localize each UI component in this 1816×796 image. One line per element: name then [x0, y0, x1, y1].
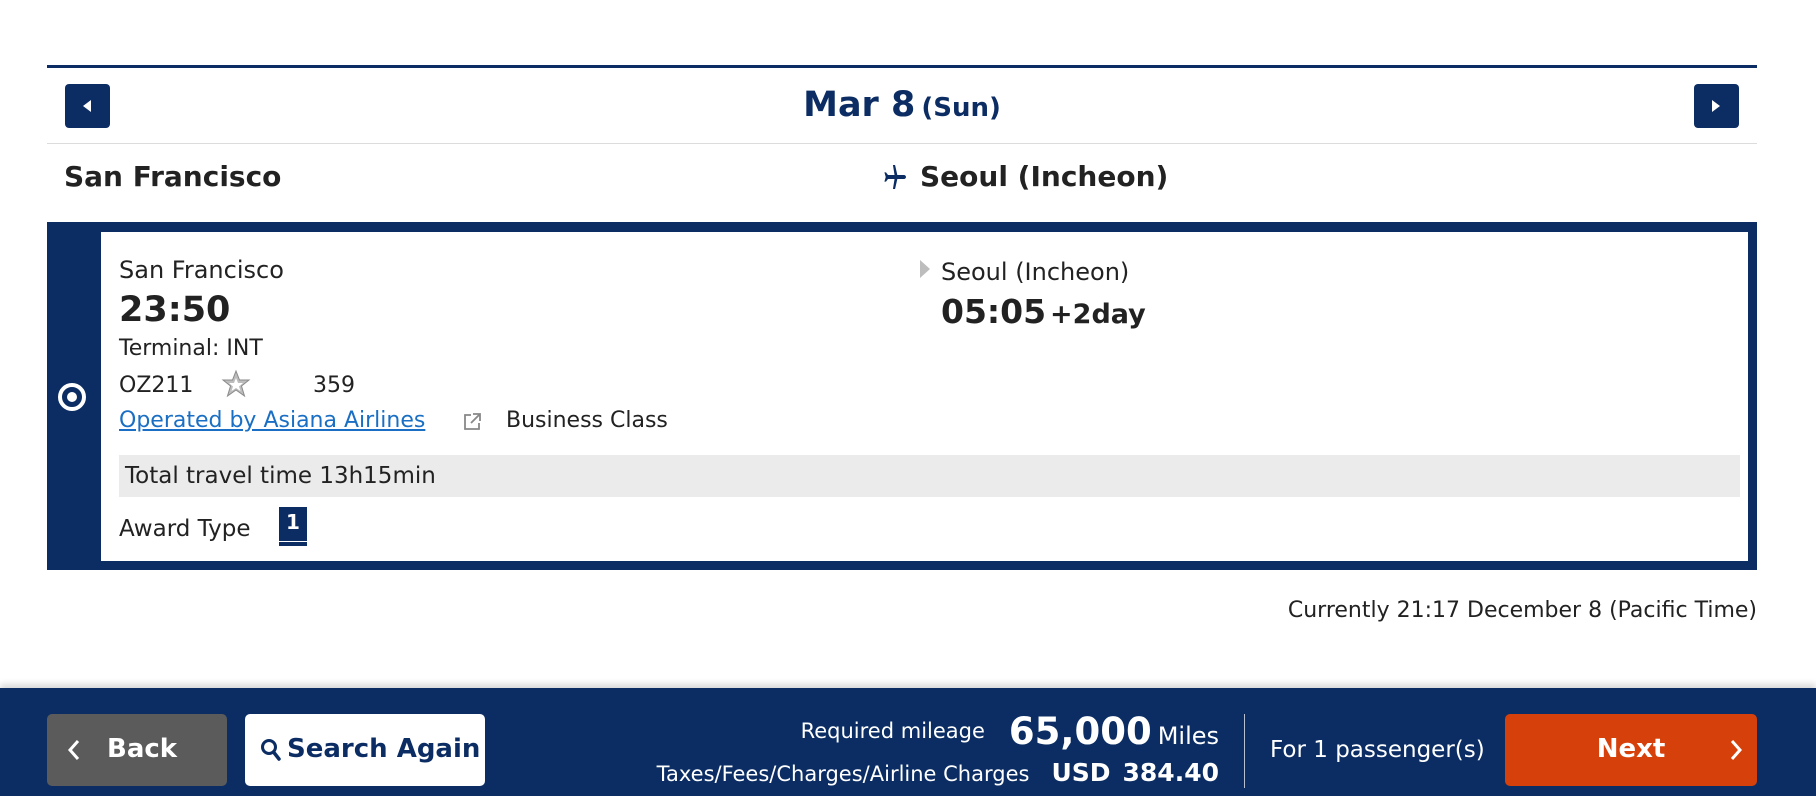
next-button-label: Next	[1596, 734, 1666, 764]
required-mileage-value: 65,000	[1008, 710, 1152, 753]
back-button-label: Back	[107, 734, 178, 764]
chevron-right-icon	[1730, 740, 1743, 760]
day-of-week-label: (Sun)	[921, 93, 1001, 123]
taxes-label: Taxes/Fees/Charges/Airline Charges	[656, 762, 1030, 786]
departure-time: 23:50	[119, 290, 231, 330]
search-icon	[261, 739, 281, 761]
taxes-and-fees: Taxes/Fees/Charges/Airline Charges USD 384…	[657, 758, 1219, 787]
passenger-count: For 1 passenger(s)	[1270, 737, 1485, 763]
arrival-city: Seoul (Incheon)	[941, 258, 1130, 286]
flight-option-card[interactable]: San Francisco 23:50 Terminal: INT OZ211 …	[47, 222, 1757, 570]
next-button[interactable]: Next	[1505, 714, 1757, 786]
required-mileage-label: Required mileage	[800, 719, 985, 743]
current-time-note: Currently 21:17 December 8 (Pacific Time…	[1287, 598, 1757, 623]
star-alliance-icon	[221, 369, 251, 398]
external-link-icon[interactable]	[462, 412, 482, 432]
aircraft-type: 359	[313, 373, 355, 398]
airplane-icon	[884, 165, 906, 189]
flight-number: OZ211	[119, 373, 194, 398]
arrival-day-offset: +2day	[1050, 299, 1146, 330]
date-navigation-bar: Mar 8 (Sun)	[47, 65, 1757, 144]
date-label: Mar 8	[803, 85, 916, 125]
departure-city: San Francisco	[119, 256, 284, 284]
taxes-value: 384.40	[1122, 758, 1219, 787]
award-type-label: Award Type	[119, 516, 251, 542]
cabin-class: Business Class	[506, 408, 668, 433]
search-again-label: Search Again	[287, 734, 481, 764]
award-type-badge[interactable]: 1	[279, 507, 307, 546]
mileage-unit: Miles	[1157, 722, 1219, 750]
total-travel-time: Total travel time 13h15min	[125, 463, 436, 489]
taxes-currency: USD	[1051, 758, 1111, 787]
footer-divider	[1244, 714, 1245, 788]
departure-terminal: Terminal: INT	[119, 336, 263, 361]
route-origin: San Francisco	[64, 160, 282, 193]
arrival-time: 05:05	[941, 292, 1047, 331]
route-destination: Seoul (Incheon)	[920, 160, 1169, 193]
arrow-right-icon	[920, 260, 930, 278]
required-mileage: Required mileage 65,000 Miles	[801, 710, 1219, 753]
arrival-time-group: 05:05 +2day	[941, 292, 1146, 331]
search-again-button[interactable]: Search Again	[245, 714, 485, 786]
operated-by-link[interactable]: Operated by Asiana Airlines	[119, 408, 425, 433]
travel-time-bar: Total travel time 13h15min	[119, 455, 1740, 497]
next-date-button[interactable]	[1694, 84, 1739, 128]
flight-select-radio[interactable]	[58, 383, 86, 411]
selected-date: Mar 8 (Sun)	[47, 85, 1757, 125]
booking-footer: Back Search Again Required mileage 65,000…	[0, 688, 1816, 796]
back-button[interactable]: Back	[47, 714, 227, 786]
chevron-left-icon	[67, 740, 80, 760]
caret-right-icon	[1712, 100, 1720, 112]
flight-details: San Francisco 23:50 Terminal: INT OZ211 …	[101, 232, 1748, 561]
